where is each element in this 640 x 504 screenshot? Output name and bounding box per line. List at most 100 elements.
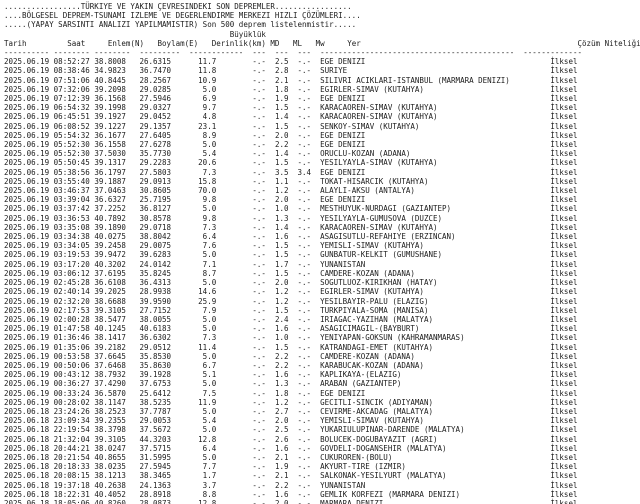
cell-tarih: 2025.06.19: [4, 278, 54, 288]
cell-md: -.-: [252, 370, 275, 380]
cell-boylam: 30.8605: [139, 186, 190, 196]
earthquake-row: 2025.06.19 05:52:30 36.1558 27.6278 5.0 …: [4, 140, 640, 149]
cell-saat: 00:43:12: [53, 370, 95, 380]
cell-md: -.-: [252, 94, 275, 104]
cell-saat: 00:36:27: [53, 379, 95, 389]
cell-cozum: İlksel: [550, 232, 578, 242]
cell-enlem: 39.2458: [94, 241, 140, 251]
cell-tarih: 2025.06.19: [4, 66, 54, 76]
earthquake-listing: .................TÜRKIYE VE YAKIN ÇEVRES…: [4, 2, 640, 504]
cell-enlem: 40.8260: [94, 498, 140, 504]
cell-md: -.-: [252, 149, 275, 159]
cell-cozum: İlksel: [550, 112, 578, 122]
cell-tarih: 2025.06.19: [4, 268, 54, 278]
earthquake-row: 2025.06.18 20:08:15 38.1213 38.3465 1.7 …: [4, 471, 640, 480]
cell-cozum: İlksel: [550, 84, 578, 94]
cell-yer: KAPLIKAYA-(ELAZIG): [320, 370, 551, 380]
cell-mw: -.-: [297, 103, 321, 113]
cell-derinlik: 5.0: [189, 351, 253, 361]
cell-enlem: 36.6327: [94, 195, 140, 205]
cell-cozum: İlksel: [550, 397, 578, 407]
cell-tarih: 2025.06.18: [4, 489, 54, 499]
cell-boylam: 29.0285: [139, 84, 190, 94]
cell-ml: 1.5: [274, 241, 298, 251]
cell-mw: -.-: [297, 158, 321, 168]
cell-derinlik: 9.8: [189, 195, 253, 205]
earthquake-row: 2025.06.18 20:44:21 38.0247 37.5715 6.4 …: [4, 444, 640, 453]
cell-saat: 03:39:04: [53, 195, 95, 205]
earthquake-row: 2025.06.19 03:34:38 40.0275 38.8042 6.4 …: [4, 232, 640, 241]
cell-tarih: 2025.06.19: [4, 121, 54, 131]
cell-saat: 21:32:04: [53, 434, 95, 444]
cell-mw: -.-: [297, 94, 321, 104]
cell-tarih: 2025.06.19: [4, 213, 54, 223]
cell-boylam: 27.5803: [139, 167, 190, 177]
cell-boylam: 28.0873: [139, 498, 190, 504]
cell-ml: 1.9: [274, 94, 298, 104]
cell-boylam: 28.9938: [139, 287, 190, 297]
cell-mw: -.-: [297, 112, 321, 122]
cell-ml: 1.5: [274, 158, 298, 168]
cell-md: -.-: [252, 204, 275, 214]
col-header-mw: Mw: [315, 38, 348, 48]
cell-mw: -.-: [297, 434, 321, 444]
cell-tarih: 2025.06.19: [4, 176, 54, 186]
earthquake-row: 2025.06.18 19:37:18 40.2638 24.1363 3.7 …: [4, 481, 640, 490]
cell-ml: 1.1: [274, 176, 298, 186]
cell-derinlik: 7.3: [189, 333, 253, 343]
cell-yer: BOLUCEK-DOGUBAYAZIT (AGRI): [320, 434, 551, 444]
earthquake-row: 2025.06.19 02:40:14 39.2025 28.9938 14.6…: [4, 287, 640, 296]
cell-enlem: 36.1677: [94, 130, 140, 140]
cell-tarih: 2025.06.19: [4, 379, 54, 389]
earthquake-list-page: .................TÜRKIYE VE YAKIN ÇEVRES…: [0, 0, 640, 504]
cell-saat: 02:40:14: [53, 287, 95, 297]
cell-saat: 06:54:32: [53, 103, 95, 113]
earthquake-row: 2025.06.19 06:54:32 39.1998 29.0327 9.7 …: [4, 103, 640, 112]
cell-ml: 1.9: [274, 462, 298, 472]
cell-enlem: 39.2182: [94, 342, 140, 352]
cell-tarih: 2025.06.18: [4, 471, 54, 481]
cell-boylam: 38.5235: [139, 397, 190, 407]
cell-derinlik: 7.5: [189, 388, 253, 398]
cell-derinlik: 9.7: [189, 103, 253, 113]
cell-ml: 1.8: [274, 84, 298, 94]
cell-yer: EGE DENIZI: [320, 195, 551, 205]
cell-saat: 19:37:18: [53, 480, 95, 490]
cell-mw: -.-: [297, 489, 321, 499]
cell-ml: 2.8: [274, 66, 298, 76]
cell-ml: 1.8: [274, 388, 298, 398]
cell-mw: -.-: [297, 232, 321, 242]
cell-derinlik: 8.8: [189, 489, 253, 499]
cell-cozum: İlksel: [550, 167, 578, 177]
cell-derinlik: 1.7: [189, 471, 253, 481]
cell-mw: -.-: [297, 195, 321, 205]
cell-cozum: İlksel: [550, 351, 578, 361]
cell-derinlik: 5.0: [189, 250, 253, 260]
earthquake-row: 2025.06.19 03:37:42 37.2252 36.8127 5.0 …: [4, 204, 640, 213]
cell-mw: -.-: [297, 498, 321, 504]
cell-enlem: 37.6195: [94, 268, 140, 278]
earthquake-row: 2025.06.19 00:28:02 38.1147 38.5235 11.9…: [4, 398, 640, 407]
cell-tarih: 2025.06.19: [4, 204, 54, 214]
col-header-derinlik: Derinlik(km): [211, 38, 271, 48]
cell-mw: -.-: [297, 480, 321, 490]
cell-mw: 3.4: [297, 167, 321, 177]
magnitude-group-label: Büyüklük: [229, 29, 266, 39]
cell-derinlik: 7.7: [189, 462, 253, 472]
cell-ml: 2.1: [274, 75, 298, 85]
cell-yer: GOVDELI-DOGANSEHIR (MALATYA): [320, 443, 551, 453]
cell-yer: EGE DENIZI: [320, 94, 551, 104]
cell-boylam: 39.9590: [139, 296, 190, 306]
cell-yer: YEMISLI-SIMAV (KUTAHYA): [320, 416, 551, 426]
cell-ml: 2.0: [274, 130, 298, 140]
cell-derinlik: 70.0: [189, 186, 253, 196]
cell-derinlik: 5.0: [189, 204, 253, 214]
cell-enlem: 38.1417: [94, 333, 140, 343]
cell-ml: 1.6: [274, 324, 298, 334]
cell-tarih: 2025.06.18: [4, 452, 54, 462]
cell-ml: 1.5: [274, 103, 298, 113]
cell-md: -.-: [252, 434, 275, 444]
cell-mw: -.-: [297, 250, 321, 260]
cell-cozum: İlksel: [550, 462, 578, 472]
cell-derinlik: 20.6: [189, 158, 253, 168]
